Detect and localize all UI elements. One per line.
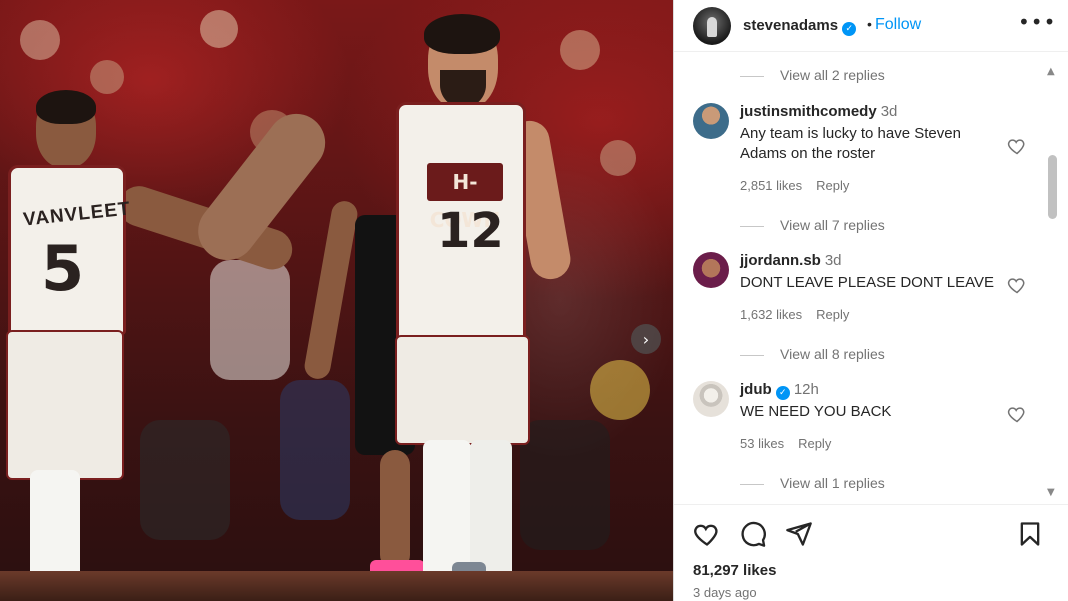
left-player-jersey: VANVLEET 5 — [8, 165, 132, 335]
main-player-shorts — [395, 335, 530, 445]
author-avatar[interactable] — [693, 7, 731, 45]
comment-meta: 2,851 likes Reply — [740, 178, 863, 193]
main-player-jersey: H-COWN 12 — [396, 102, 526, 342]
comment-icon[interactable] — [739, 520, 767, 548]
main-player-hair — [424, 14, 500, 54]
main-player-leg — [470, 440, 512, 580]
comment-item: jjordann.sb 3d DONT LEAVE PLEASE DONT LEA… — [674, 252, 1068, 382]
commenter-username-text[interactable]: jjordann.sb — [740, 252, 821, 269]
comment-likes[interactable]: 1,632 likes — [740, 307, 802, 322]
comment-item: justinsmithcomedy 3d Any team is lucky to… — [674, 103, 1068, 233]
commenter-username[interactable]: jdub ✓ 12h — [740, 381, 819, 400]
crowd-figure — [210, 260, 290, 380]
view-replies-label[interactable]: View all 8 replies — [780, 346, 885, 362]
crowd-figure — [140, 420, 230, 540]
main-player-team: H-COWN — [427, 163, 503, 232]
reply-line — [740, 354, 764, 356]
commenter-avatar[interactable] — [693, 252, 729, 288]
share-icon[interactable] — [785, 520, 813, 548]
post-header: stevenadams ✓ • Follow ••• — [674, 0, 1068, 52]
left-player-number: 5 — [41, 232, 85, 305]
likes-count[interactable]: 81,297 likes — [693, 562, 776, 579]
reply-button[interactable]: Reply — [816, 178, 849, 193]
court-floor — [0, 571, 673, 601]
comment-text: DONT LEAVE PLEASE DONT LEAVE — [740, 274, 994, 291]
crowd-figure — [590, 360, 650, 420]
scroll-down-arrow[interactable]: ▼ — [1047, 487, 1055, 498]
opponent-arm — [302, 199, 360, 381]
bookmark-icon[interactable] — [1016, 520, 1044, 548]
heart-icon[interactable] — [693, 520, 721, 548]
comment-item: jdub ✓ 12h WE NEED YOU BACK 53 likes Reply… — [674, 381, 1068, 501]
view-replies-label[interactable]: View all 2 replies — [780, 67, 885, 83]
crowd-figure — [600, 140, 636, 176]
comment-likes[interactable]: 53 likes — [740, 436, 784, 451]
comment-time: 12h — [793, 381, 819, 398]
separator-dot: • — [867, 16, 872, 32]
commenter-avatar[interactable] — [693, 381, 729, 417]
commenter-username[interactable]: jjordann.sb 3d — [740, 252, 842, 269]
crowd-figure — [20, 20, 60, 60]
reply-line — [740, 225, 764, 227]
view-replies-button[interactable]: View all 1 replies — [740, 475, 885, 491]
left-player-shorts — [6, 330, 124, 480]
comment-likes[interactable]: 2,851 likes — [740, 178, 802, 193]
comment-text: WE NEED YOU BACK — [740, 403, 892, 420]
crowd-figure — [200, 10, 238, 48]
scrollbar-thumb[interactable] — [1048, 155, 1057, 219]
reply-button[interactable]: Reply — [798, 436, 831, 451]
comment-text: Any team is lucky to have Steven Adams o… — [740, 125, 961, 162]
heart-icon[interactable] — [1007, 136, 1027, 156]
heart-icon[interactable] — [1007, 404, 1027, 424]
author-username-text[interactable]: stevenadams — [743, 17, 838, 34]
commenter-avatar[interactable] — [693, 103, 729, 139]
view-replies-label[interactable]: View all 1 replies — [780, 475, 885, 491]
post-actions: 81,297 likes 3 days ago — [674, 504, 1068, 601]
view-replies-button[interactable]: View all 8 replies — [740, 346, 885, 362]
post-panel: stevenadams ✓ • Follow ••• View all 2 re… — [673, 0, 1068, 601]
author-username[interactable]: stevenadams ✓ — [743, 17, 857, 36]
heart-icon[interactable] — [1007, 275, 1027, 295]
crowd-figure — [560, 30, 600, 70]
reply-line — [740, 75, 764, 77]
view-replies-button[interactable]: View all 7 replies — [740, 217, 885, 233]
next-photo-button[interactable]: › — [631, 324, 661, 354]
post-photo[interactable]: VANVLEET 5 H-COWN 12 › — [0, 0, 673, 601]
post-date: 3 days ago — [693, 585, 757, 600]
view-replies-button[interactable]: View all 2 replies — [740, 67, 885, 83]
scroll-up-arrow[interactable]: ▲ — [1047, 66, 1055, 77]
main-player-number: 12 — [437, 203, 504, 259]
commenter-username-text[interactable]: justinsmithcomedy — [740, 103, 877, 120]
comment-time: 3d — [880, 103, 898, 120]
chevron-right-icon: › — [642, 329, 650, 349]
left-player-name: VANVLEET — [22, 198, 132, 231]
verified-icon: ✓ — [775, 386, 790, 400]
commenter-username[interactable]: justinsmithcomedy 3d — [740, 103, 897, 120]
left-player-hair — [36, 90, 96, 124]
view-replies-label[interactable]: View all 7 replies — [780, 217, 885, 233]
crowd-figure — [280, 380, 350, 520]
comment-meta: 1,632 likes Reply — [740, 307, 863, 322]
reply-line — [740, 483, 764, 485]
reply-button[interactable]: Reply — [816, 307, 849, 322]
opponent-leg — [380, 450, 410, 570]
follow-button[interactable]: Follow — [875, 16, 921, 34]
verified-icon: ✓ — [842, 22, 857, 36]
comment-time: 3d — [824, 252, 842, 269]
comments-list[interactable]: View all 2 replies justinsmithcomedy 3d A… — [674, 53, 1068, 503]
more-icon[interactable]: ••• — [1018, 10, 1056, 34]
crowd-figure — [90, 60, 124, 94]
commenter-username-text[interactable]: jdub — [740, 381, 772, 398]
crowd-figure — [520, 420, 610, 550]
comment-meta: 53 likes Reply — [740, 436, 845, 451]
